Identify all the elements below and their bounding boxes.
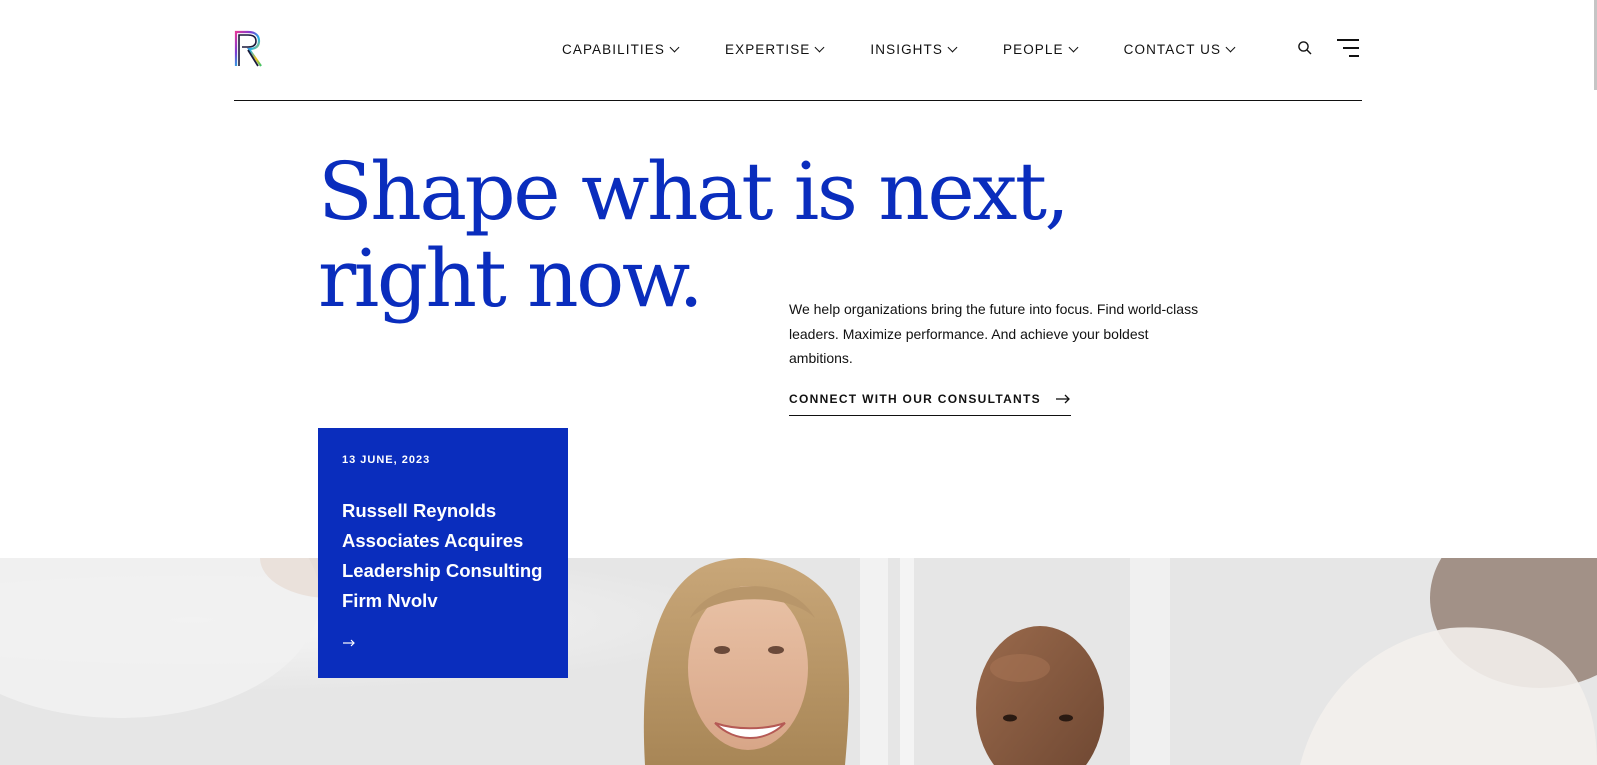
chevron-down-icon	[814, 42, 825, 53]
page: CAPABILITIES EXPERTISE INSIGHTS PEOPLE C…	[0, 0, 1597, 765]
nav-label: CONTACT US	[1123, 42, 1222, 57]
search-icon	[1298, 41, 1312, 55]
search-button[interactable]	[1297, 40, 1313, 56]
nav-people[interactable]: PEOPLE	[1002, 42, 1079, 57]
nav-contact-us[interactable]: CONTACT US	[1123, 42, 1236, 57]
hero-title-line-2: right now.	[318, 232, 704, 325]
connect-consultants-link[interactable]: CONNECT WITH OUR CONSULTANTS	[789, 392, 1071, 416]
news-title: Russell Reynolds Associates Acquires Lea…	[342, 500, 543, 611]
site-header: CAPABILITIES EXPERTISE INSIGHTS PEOPLE C…	[234, 0, 1362, 101]
hero-photo	[0, 558, 1597, 765]
menu-icon	[1337, 39, 1359, 41]
rra-logo-icon	[234, 30, 262, 67]
chevron-down-icon	[1068, 42, 1079, 53]
cta-label: CONNECT WITH OUR CONSULTANTS	[789, 392, 1041, 406]
main-nav: CAPABILITIES EXPERTISE INSIGHTS PEOPLE C…	[562, 42, 1281, 57]
hero-description: We help organizations bring the future i…	[789, 301, 1199, 366]
nav-label: INSIGHTS	[870, 42, 943, 57]
hero-title: Shape what is next, right now.	[318, 148, 1138, 322]
nav-capabilities[interactable]: CAPABILITIES	[562, 42, 680, 57]
arrow-right-icon	[1055, 394, 1070, 404]
menu-button[interactable]	[1337, 37, 1363, 59]
arrow-right-icon	[343, 639, 355, 647]
chevron-down-icon	[1225, 42, 1236, 53]
logo[interactable]	[234, 28, 264, 68]
news-card[interactable]: 13 JUNE, 2023 Russell Reynolds Associate…	[318, 428, 568, 678]
nav-insights[interactable]: INSIGHTS	[870, 42, 958, 57]
chevron-down-icon	[669, 42, 680, 53]
nav-label: CAPABILITIES	[562, 42, 665, 57]
hero-title-line-1: Shape what is next,	[318, 145, 1070, 238]
nav-label: PEOPLE	[1002, 42, 1064, 57]
news-date: 13 JUNE, 2023	[342, 454, 431, 466]
chevron-down-icon	[947, 42, 958, 53]
nav-label: EXPERTISE	[724, 42, 811, 57]
menu-icon-line	[1349, 55, 1359, 57]
menu-icon-line	[1343, 47, 1359, 49]
hero-photo-illustration	[0, 558, 1597, 765]
nav-expertise[interactable]: EXPERTISE	[724, 42, 825, 57]
